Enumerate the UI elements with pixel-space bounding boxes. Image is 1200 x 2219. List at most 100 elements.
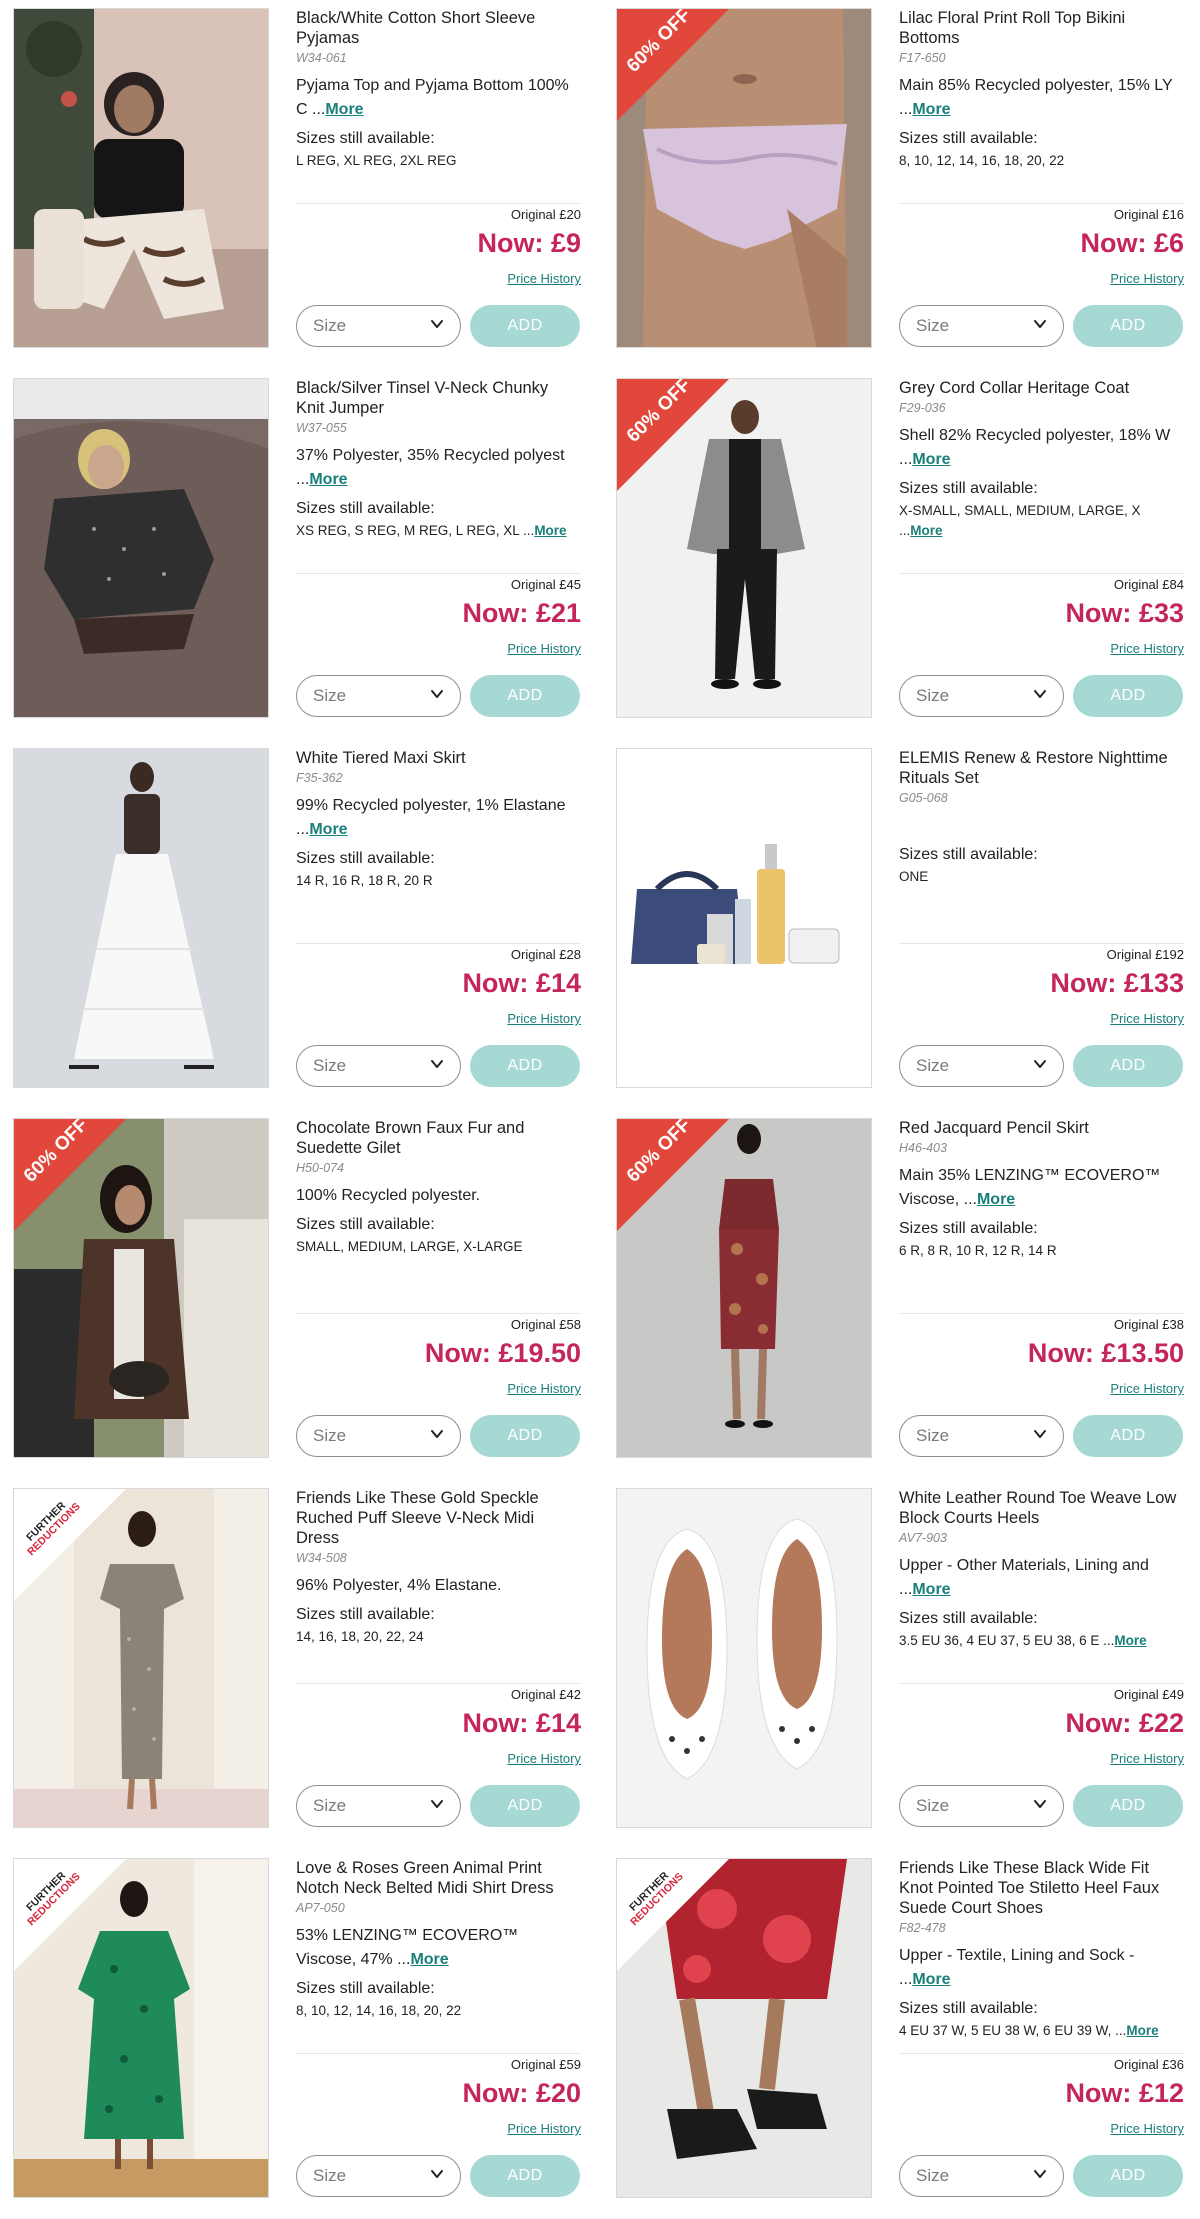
add-to-bag-button[interactable]: ADD [1073,2155,1183,2197]
sizes-available: X-SMALL, SMALL, MEDIUM, LARGE, X ...More [899,503,1141,538]
description-more-link[interactable]: More [309,471,347,488]
product-title[interactable]: White Leather Round Toe Weave Low Block … [899,1488,1184,1528]
description-more-link[interactable]: More [912,451,950,468]
size-select[interactable]: Size [296,2155,461,2197]
description-more-link[interactable]: More [325,101,363,118]
add-to-bag-button[interactable]: ADD [1073,305,1183,347]
product-image[interactable]: 60% OFF [616,378,872,718]
product-title[interactable]: Friends Like These Black Wide Fit Knot P… [899,1858,1184,1918]
sizes-more-link[interactable]: More [534,523,566,538]
size-select[interactable]: Size [899,1045,1064,1087]
product-info: Love & Roses Green Animal Print Notch Ne… [296,1858,581,2210]
chevron-down-icon [428,2165,446,2188]
price-history-link[interactable]: Price History [507,1011,581,1026]
size-select[interactable]: Size [296,675,461,717]
size-select-placeholder: Size [313,1056,347,1075]
description-more-link[interactable]: More [309,821,347,838]
add-to-bag-button[interactable]: ADD [1073,1415,1183,1457]
sizes-more-link[interactable]: More [1126,2023,1158,2038]
sizes-more-link[interactable]: More [910,523,942,538]
midi-dress-photo [14,1489,268,1827]
elemis-set-photo [617,749,871,1087]
add-to-bag-button[interactable]: ADD [1073,1785,1183,1827]
description-more-link[interactable]: More [977,1191,1015,1208]
sizes-available: 8, 10, 12, 14, 16, 18, 20, 22 [296,2003,462,2018]
product-title[interactable]: Red Jacquard Pencil Skirt [899,1118,1184,1138]
size-select[interactable]: Size [899,1785,1064,1827]
add-to-bag-button[interactable]: ADD [1073,675,1183,717]
product-title[interactable]: Chocolate Brown Faux Fur and Suedette Gi… [296,1118,581,1158]
description-more-link[interactable]: More [912,1581,950,1598]
divider [899,203,1184,204]
product-title[interactable]: Lilac Floral Print Roll Top Bikini Botto… [899,8,1184,48]
chevron-down-icon [1031,1055,1049,1078]
product-card: White Leather Round Toe Weave Low Block … [601,1480,1200,1850]
product-info: Chocolate Brown Faux Fur and Suedette Gi… [296,1118,581,1470]
price-history-link[interactable]: Price History [1110,1381,1184,1396]
product-card: ELEMIS Renew & Restore Nighttime Rituals… [601,740,1200,1110]
product-title[interactable]: ELEMIS Renew & Restore Nighttime Rituals… [899,748,1184,788]
product-image[interactable] [13,8,269,348]
price-history-link[interactable]: Price History [507,271,581,286]
size-select[interactable]: Size [899,1415,1064,1457]
sizes-label: Sizes still available: [899,1610,1038,1627]
description-more-link[interactable]: More [912,1971,950,1988]
product-card: FURTHER REDUCTIONS Friends Like These Bla… [601,1850,1200,2219]
size-select[interactable]: Size [296,1785,461,1827]
size-select[interactable]: Size [296,1415,461,1457]
add-to-bag-button[interactable]: ADD [470,1415,580,1457]
product-code: W37-055 [296,421,347,435]
size-select[interactable]: Size [296,1045,461,1087]
product-info: Lilac Floral Print Roll Top Bikini Botto… [899,8,1184,360]
product-image[interactable] [616,1488,872,1828]
price-history-link[interactable]: Price History [1110,641,1184,656]
product-title[interactable]: Friends Like These Gold Speckle Ruched P… [296,1488,581,1548]
product-title[interactable]: Black/Silver Tinsel V-Neck Chunky Knit J… [296,378,581,418]
sizes-label: Sizes still available: [296,1606,435,1623]
product-image[interactable] [13,748,269,1088]
product-title[interactable]: Love & Roses Green Animal Print Notch Ne… [296,1858,581,1898]
product-image[interactable]: 60% OFF [616,8,872,348]
price-history-link[interactable]: Price History [1110,1011,1184,1026]
price-history-link[interactable]: Price History [507,1751,581,1766]
product-image[interactable]: FURTHER REDUCTIONS [616,1858,872,2198]
add-to-bag-button[interactable]: ADD [470,675,580,717]
product-title[interactable]: White Tiered Maxi Skirt [296,748,581,768]
price-history-link[interactable]: Price History [1110,271,1184,286]
original-price: Original £45 [510,577,581,592]
product-image[interactable] [13,378,269,718]
add-to-bag-button[interactable]: ADD [470,2155,580,2197]
price-history-link[interactable]: Price History [507,2121,581,2136]
sizes-more-link[interactable]: More [1114,1633,1146,1648]
add-to-bag-button[interactable]: ADD [470,305,580,347]
size-select[interactable]: Size [899,675,1064,717]
price-history-link[interactable]: Price History [507,641,581,656]
sale-price: Now: £19.50 [424,1338,581,1368]
divider [296,943,581,944]
sizes-available: 3.5 EU 36, 4 EU 37, 5 EU 38, 6 E ...More [899,1633,1147,1648]
price-history-link[interactable]: Price History [507,1381,581,1396]
add-to-bag-button[interactable]: ADD [470,1045,580,1087]
add-to-bag-button[interactable]: ADD [1073,1045,1183,1087]
product-image[interactable] [616,748,872,1088]
original-price: Original £20 [510,207,581,222]
product-info: Black/Silver Tinsel V-Neck Chunky Knit J… [296,378,581,730]
description-more-link[interactable]: More [410,1951,448,1968]
product-image[interactable]: 60% OFF [13,1118,269,1458]
size-select[interactable]: Size [899,305,1064,347]
product-title[interactable]: Black/White Cotton Short Sleeve Pyjamas [296,8,581,48]
product-title[interactable]: Grey Cord Collar Heritage Coat [899,378,1184,398]
size-select[interactable]: Size [296,305,461,347]
description-more-link[interactable]: More [912,101,950,118]
product-image[interactable]: 60% OFF [616,1118,872,1458]
product-description: Upper - Textile, Lining and Sock - ...Mo… [899,1947,1135,1988]
size-select[interactable]: Size [899,2155,1064,2197]
add-to-bag-button[interactable]: ADD [470,1785,580,1827]
price-history-link[interactable]: Price History [1110,2121,1184,2136]
courts-photo [617,1489,871,1827]
sizes-available: XS REG, S REG, M REG, L REG, XL ...More [296,523,567,538]
product-image[interactable]: FURTHER REDUCTIONS [13,1858,269,2198]
price-history-link[interactable]: Price History [1110,1751,1184,1766]
product-card: Black/Silver Tinsel V-Neck Chunky Knit J… [0,370,601,740]
product-image[interactable]: FURTHER REDUCTIONS [13,1488,269,1828]
